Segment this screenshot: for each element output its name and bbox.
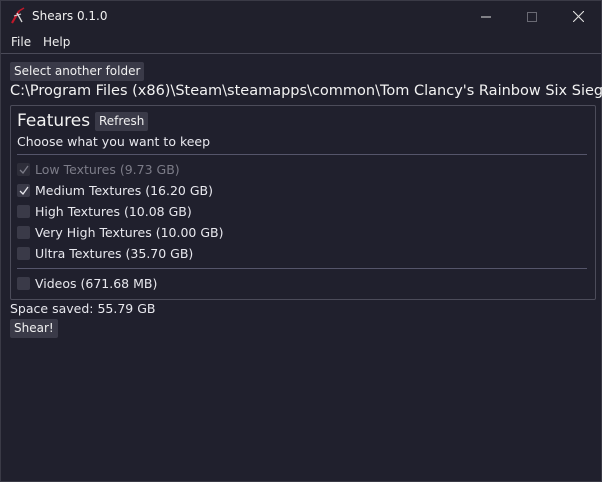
scissors-icon (10, 7, 26, 25)
checkbox[interactable] (17, 246, 30, 260)
minimize-button[interactable] (463, 1, 509, 31)
minimize-icon (481, 7, 491, 26)
checkbox[interactable] (17, 181, 30, 200)
divider (17, 154, 587, 155)
menu-file[interactable]: File (11, 35, 31, 49)
divider (17, 268, 587, 269)
option-label: Videos (671.68 MB) (35, 275, 158, 291)
menu-bar: File Help (1, 31, 601, 54)
option-low-textures: Low Textures (9.73 GB) (17, 161, 180, 177)
space-saved-text: Space saved: 55.79 GB (10, 301, 156, 316)
option-label: Very High Textures (10.00 GB) (35, 224, 224, 240)
shear-button[interactable]: Shear! (10, 319, 58, 338)
close-button[interactable] (555, 1, 601, 31)
app-window: Shears 0.1.0 File Help Select another fo… (0, 0, 602, 482)
option-very-high-textures[interactable]: Very High Textures (10.00 GB) (17, 224, 224, 240)
features-panel: Features Refresh Choose what you want to… (10, 105, 596, 300)
checkbox[interactable] (17, 276, 30, 290)
close-icon (572, 7, 584, 26)
menu-help[interactable]: Help (43, 35, 70, 49)
checkbox (17, 160, 30, 179)
option-high-textures[interactable]: High Textures (10.08 GB) (17, 203, 192, 219)
maximize-button[interactable] (509, 1, 555, 31)
features-subtitle: Choose what you want to keep (17, 134, 211, 149)
option-videos[interactable]: Videos (671.68 MB) (17, 275, 157, 291)
option-label: High Textures (10.08 GB) (35, 203, 192, 219)
select-folder-button[interactable]: Select another folder (10, 62, 145, 81)
option-label: Low Textures (9.73 GB) (35, 161, 180, 177)
option-medium-textures[interactable]: Medium Textures (16.20 GB) (17, 182, 213, 198)
option-label: Medium Textures (16.20 GB) (35, 182, 213, 198)
option-label: Ultra Textures (35.70 GB) (35, 245, 194, 261)
folder-path: C:\Program Files (x86)\Steam\steamapps\c… (10, 83, 602, 99)
checkmark-icon (19, 181, 29, 200)
checkbox[interactable] (17, 204, 30, 218)
option-ultra-textures[interactable]: Ultra Textures (35.70 GB) (17, 245, 193, 261)
features-title: Features (17, 111, 91, 131)
checkbox[interactable] (17, 225, 30, 239)
title-bar[interactable]: Shears 0.1.0 (1, 1, 601, 31)
refresh-button[interactable]: Refresh (95, 112, 149, 131)
checkmark-icon (19, 160, 29, 179)
maximize-icon (527, 7, 537, 26)
window-title: Shears 0.1.0 (32, 9, 108, 23)
